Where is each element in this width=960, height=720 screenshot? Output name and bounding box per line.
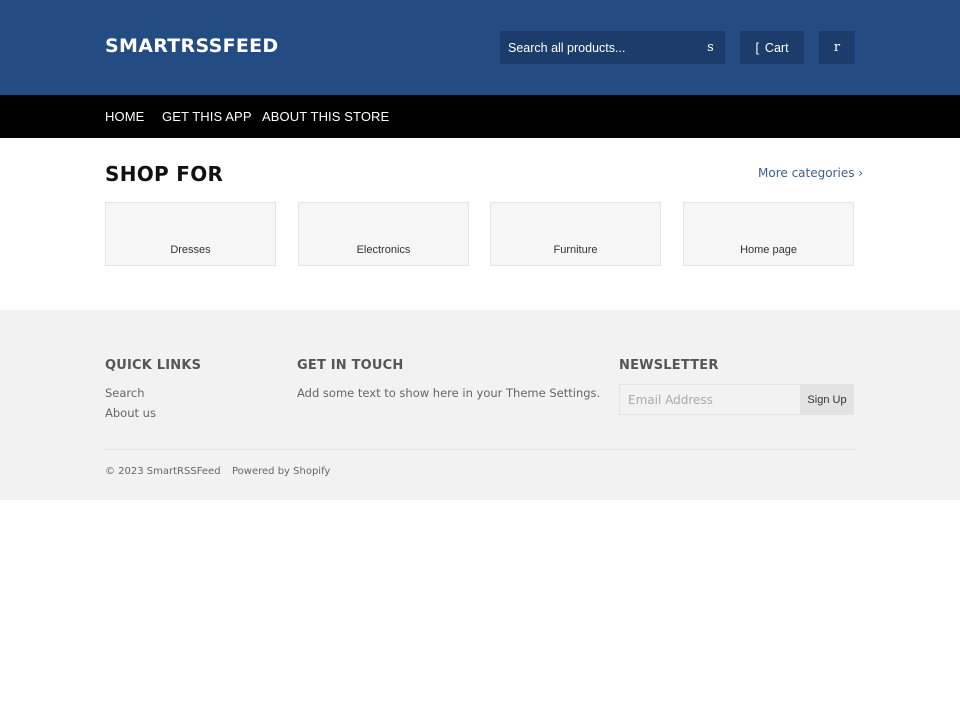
sign-up-button[interactable]: Sign Up	[800, 384, 854, 415]
search-icon[interactable]: s	[696, 31, 725, 64]
cart-icon: [	[755, 40, 759, 55]
category-label: Furniture	[553, 244, 598, 256]
nav-item-home[interactable]: HOME	[105, 109, 144, 124]
category-card-dresses[interactable]: Dresses	[105, 202, 276, 266]
get-in-touch-text: Add some text to show here in your Theme…	[297, 386, 601, 400]
page-title: SHOP FOR	[105, 162, 224, 186]
search-input[interactable]	[500, 31, 690, 64]
footer-divider	[105, 449, 855, 450]
store-logo[interactable]: SMARTRSSFEED	[105, 35, 279, 57]
category-card-electronics[interactable]: Electronics	[298, 202, 469, 266]
category-label: Home page	[740, 244, 797, 256]
footer-link-search[interactable]: Search	[105, 386, 145, 400]
cart-button[interactable]: [ Cart	[740, 31, 804, 64]
cart-label: Cart	[764, 40, 789, 55]
footer-link-about-us[interactable]: About us	[105, 406, 156, 420]
site-header: SMARTRSSFEED s [ Cart r	[0, 0, 960, 95]
category-card-furniture[interactable]: Furniture	[490, 202, 661, 266]
search-form: s	[500, 31, 725, 64]
main-navigation: HOME GET THIS APP ABOUT THIS STORE	[0, 95, 960, 138]
powered-by-link[interactable]: Powered by Shopify	[232, 466, 330, 477]
category-label: Dresses	[170, 244, 211, 256]
more-categories-link[interactable]: More categories ›	[758, 166, 863, 180]
category-label: Electronics	[356, 244, 411, 256]
nav-item-get-this-app[interactable]: GET THIS APP	[162, 109, 252, 124]
newsletter-heading: NEWSLETTER	[619, 358, 719, 373]
category-card-home-page[interactable]: Home page	[683, 202, 854, 266]
site-footer: QUICK LINKS Search About us GET IN TOUCH…	[0, 310, 960, 500]
quick-links-heading: QUICK LINKS	[105, 358, 202, 373]
email-field[interactable]	[619, 384, 800, 415]
menu-icon[interactable]: r	[819, 31, 855, 64]
copyright-text: © 2023 SmartRSSFeed	[105, 466, 221, 477]
get-in-touch-heading: GET IN TOUCH	[297, 358, 404, 373]
nav-item-about-this-store[interactable]: ABOUT THIS STORE	[262, 109, 389, 124]
